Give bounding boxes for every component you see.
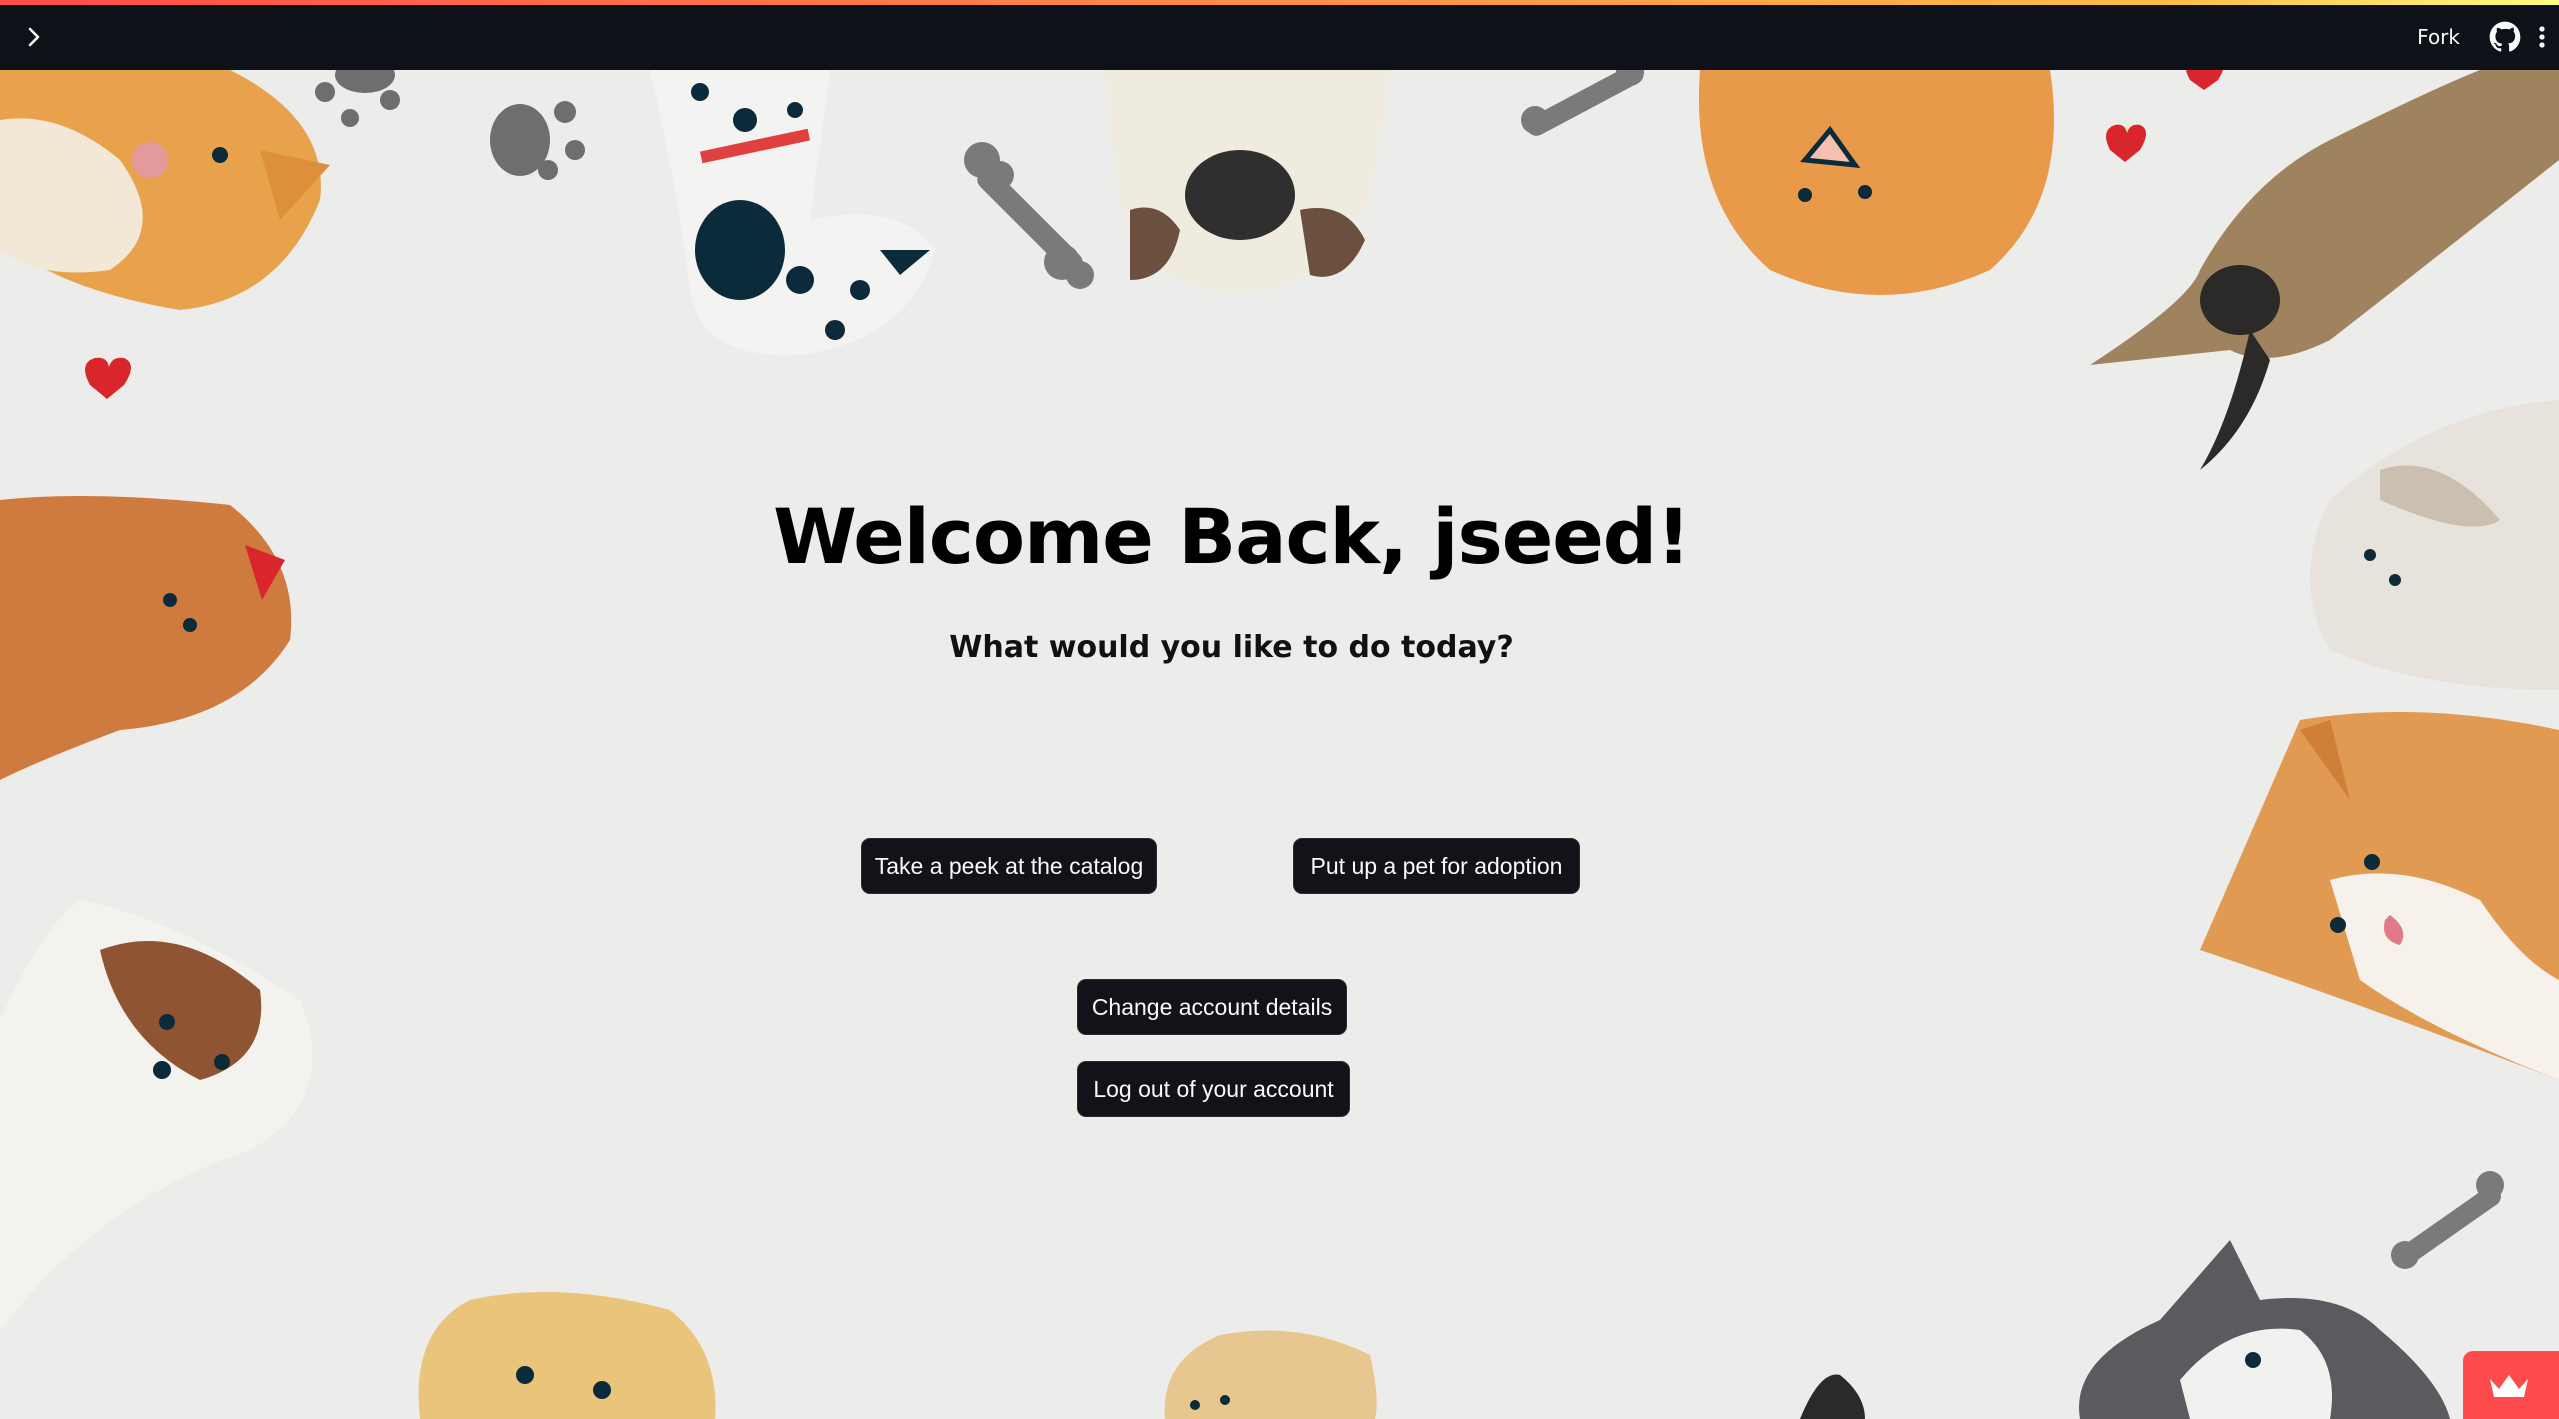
page-title: Welcome Back, jseed! (773, 492, 1691, 581)
main-content: Welcome Back, jseed! What would you like… (0, 0, 2559, 1419)
adopt-button[interactable]: Put up a pet for adoption (1293, 838, 1580, 894)
crown-icon (2490, 1375, 2528, 1397)
page-subtitle: What would you like to do today? (949, 630, 1514, 665)
app-header: Fork (0, 5, 2559, 70)
chevron-right-icon[interactable] (22, 25, 46, 49)
kebab-menu-icon[interactable] (2533, 21, 2551, 53)
github-icon[interactable] (2489, 21, 2521, 53)
streamlit-badge[interactable] (2463, 1351, 2559, 1419)
catalog-button[interactable]: Take a peek at the catalog (861, 838, 1157, 894)
account-details-button[interactable]: Change account details (1077, 979, 1347, 1035)
fork-link[interactable]: Fork (2417, 25, 2460, 49)
logout-button[interactable]: Log out of your account (1077, 1061, 1350, 1117)
